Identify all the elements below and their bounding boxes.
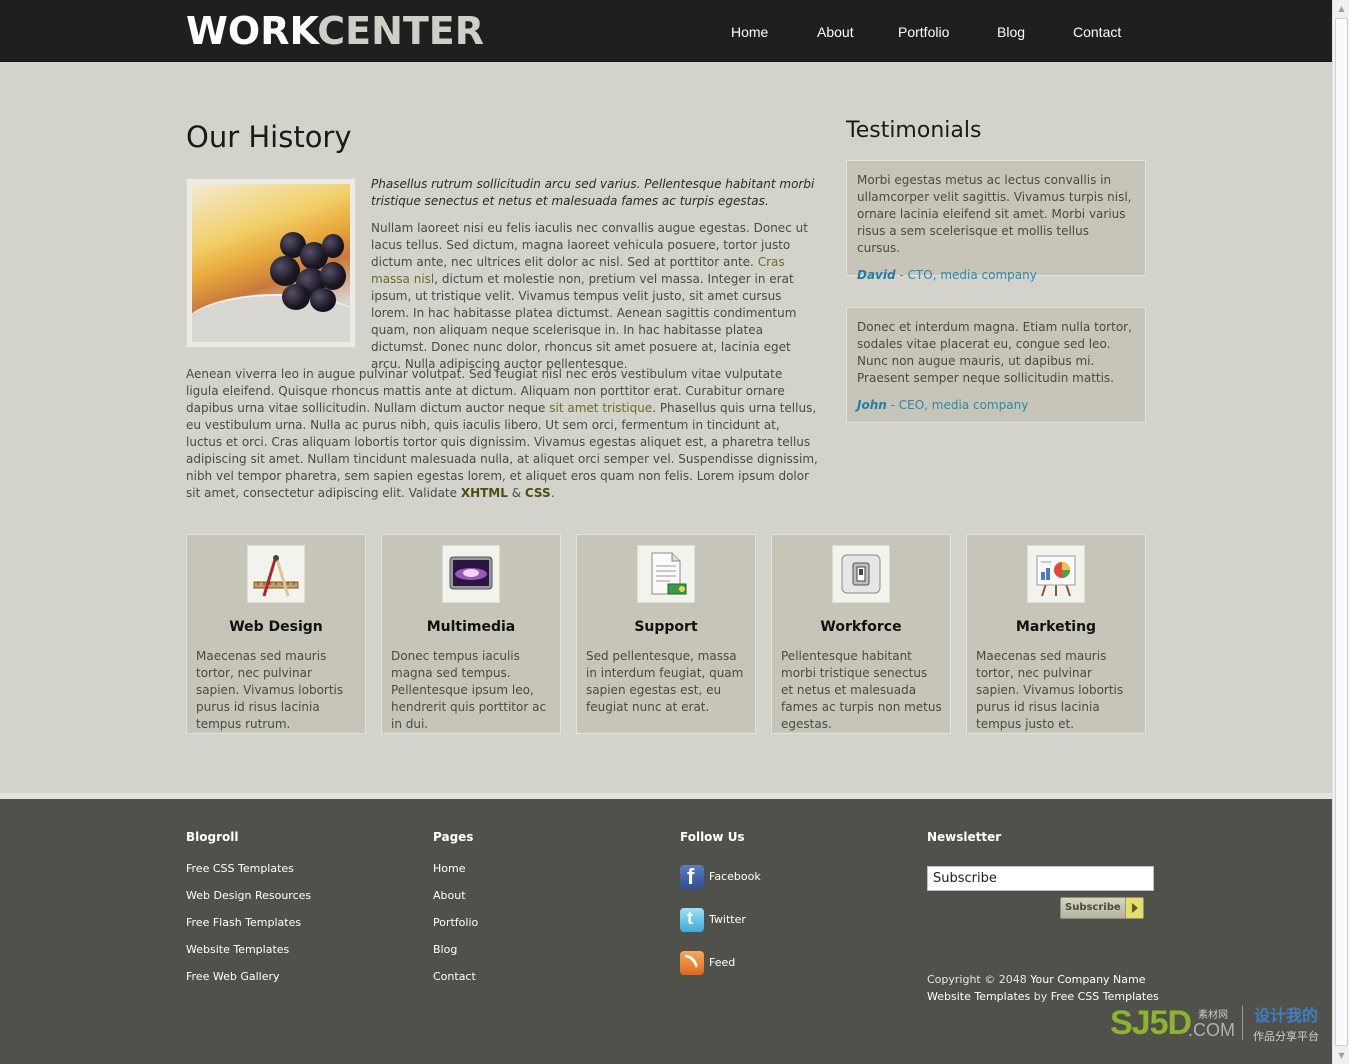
follow-twitter[interactable]: Twitter [680, 908, 761, 951]
feature-support: Support Sed pellentesque, massa in inter… [576, 534, 756, 734]
feature-web-design: Web Design Maecenas sed mauris tortor, n… [186, 534, 366, 734]
nav-blog[interactable]: Blog [997, 24, 1025, 40]
history-paragraph-2: Aenean viverra leo in augue pulvinar vol… [186, 367, 818, 500]
feature-title: Multimedia [426, 619, 516, 635]
testimonial-card: Morbi egestas metus ac lectus convallis … [846, 160, 1146, 282]
footer-link-about[interactable]: About [433, 889, 478, 916]
document-icon [637, 545, 695, 603]
blogroll-title: Blogroll [186, 830, 239, 844]
xhtml-link[interactable]: XHTML [461, 486, 508, 500]
logo[interactable]: WORKCENTER [186, 10, 484, 52]
history-intro: Phasellus rutrum sollicitudin arcu sed v… [371, 177, 815, 208]
footer-link-portfolio[interactable]: Portfolio [433, 916, 478, 943]
scroll-up-icon[interactable]: ▲ [1333, 0, 1349, 17]
nav-portfolio[interactable]: Portfolio [898, 24, 949, 40]
header: WORKCENTER Home About Portfolio Blog Con… [0, 0, 1332, 62]
feature-text: Maecenas sed mauris tortor, nec pulvinar… [976, 649, 1124, 731]
feature-workforce: Workforce Pellentesque habitant morbi tr… [771, 534, 951, 734]
nav-contact[interactable]: Contact [1073, 24, 1121, 40]
newsletter-title: Newsletter [927, 830, 1002, 844]
twitter-icon [680, 908, 704, 932]
page: WORKCENTER Home About Portfolio Blog Con… [0, 0, 1332, 1064]
pages-list: Home About Portfolio Blog Contact [433, 862, 478, 997]
blogroll-link[interactable]: Website Templates [186, 943, 311, 970]
history-image [186, 178, 356, 348]
nav-home[interactable]: Home [731, 24, 768, 40]
footer-link-blog[interactable]: Blog [433, 943, 478, 970]
pages-title: Pages [433, 830, 474, 844]
css-link[interactable]: CSS [525, 486, 551, 500]
follow-title: Follow Us [680, 830, 745, 844]
fruit-photo [192, 184, 350, 342]
feature-title: Support [634, 619, 698, 635]
logo-part-2: CENTER [317, 9, 485, 53]
sit-amet-link[interactable]: sit amet tristique [549, 401, 652, 415]
testimonial-author: John - CEO, media company [857, 398, 1029, 412]
follow-facebook[interactable]: Facebook [680, 864, 761, 908]
testimonial-text: Morbi egestas metus ac lectus convallis … [857, 173, 1132, 255]
feature-title: Web Design [229, 619, 323, 635]
blogroll-link[interactable]: Free Web Gallery [186, 970, 311, 997]
monitor-icon [442, 545, 500, 603]
rss-icon [680, 951, 704, 975]
blogroll-link[interactable]: Free Flash Templates [186, 916, 311, 943]
footer-link-home[interactable]: Home [433, 862, 478, 889]
feature-text: Maecenas sed mauris tortor, nec pulvinar… [196, 649, 344, 731]
testimonial-author: David - CTO, media company [857, 268, 1037, 282]
feature-marketing: Marketing Maecenas sed mauris tortor, ne… [966, 534, 1146, 734]
follow-list: Facebook Twitter Feed [680, 864, 761, 994]
watermark: SJ5D 素材网 .COM 设计我的 作品分享平台 [1110, 1004, 1319, 1043]
footer-link-contact[interactable]: Contact [433, 970, 478, 997]
drafting-tools-icon [247, 545, 305, 603]
feature-text: Donec tempus iaculis magna sed tempus. P… [391, 649, 547, 731]
follow-feed[interactable]: Feed [680, 951, 761, 994]
facebook-icon [680, 864, 704, 890]
company-name-link[interactable]: Your Company Name [1030, 973, 1145, 986]
logo-part-1: WORK [186, 9, 318, 53]
history-title: Our History [186, 120, 352, 154]
newsletter-input[interactable] [927, 866, 1154, 891]
presentation-icon [1027, 545, 1085, 603]
scrollbar-thumb[interactable] [1335, 18, 1348, 1046]
history-paragraph-1: Nullam laoreet nisi eu felis iaculis nec… [371, 221, 808, 371]
arrow-right-icon [1125, 898, 1143, 918]
testimonial-text: Donec et interdum magna. Etiam nulla tor… [857, 320, 1132, 385]
scroll-down-icon[interactable]: ▼ [1333, 1047, 1349, 1064]
blogroll-list: Free CSS Templates Web Design Resources … [186, 862, 311, 997]
blogroll-link[interactable]: Web Design Resources [186, 889, 311, 916]
feature-title: Marketing [1015, 619, 1097, 635]
feature-multimedia: Multimedia Donec tempus iaculis magna se… [381, 534, 561, 734]
blogroll-link[interactable]: Free CSS Templates [186, 862, 311, 889]
feature-text: Pellentesque habitant morbi tristique se… [781, 649, 942, 731]
nav-about[interactable]: About [817, 24, 854, 40]
testimonials-title: Testimonials [846, 118, 982, 143]
feature-title: Workforce [820, 619, 902, 635]
feature-text: Sed pellentesque, massa in interdum feug… [586, 649, 744, 714]
scrollbar[interactable]: ▲ ▼ [1332, 0, 1349, 1064]
website-templates-link[interactable]: Website Templates [927, 990, 1030, 1003]
testimonial-card: Donec et interdum magna. Etiam nulla tor… [846, 307, 1146, 423]
subscribe-button[interactable]: Subscribe [1060, 897, 1144, 919]
switch-icon [832, 545, 890, 603]
